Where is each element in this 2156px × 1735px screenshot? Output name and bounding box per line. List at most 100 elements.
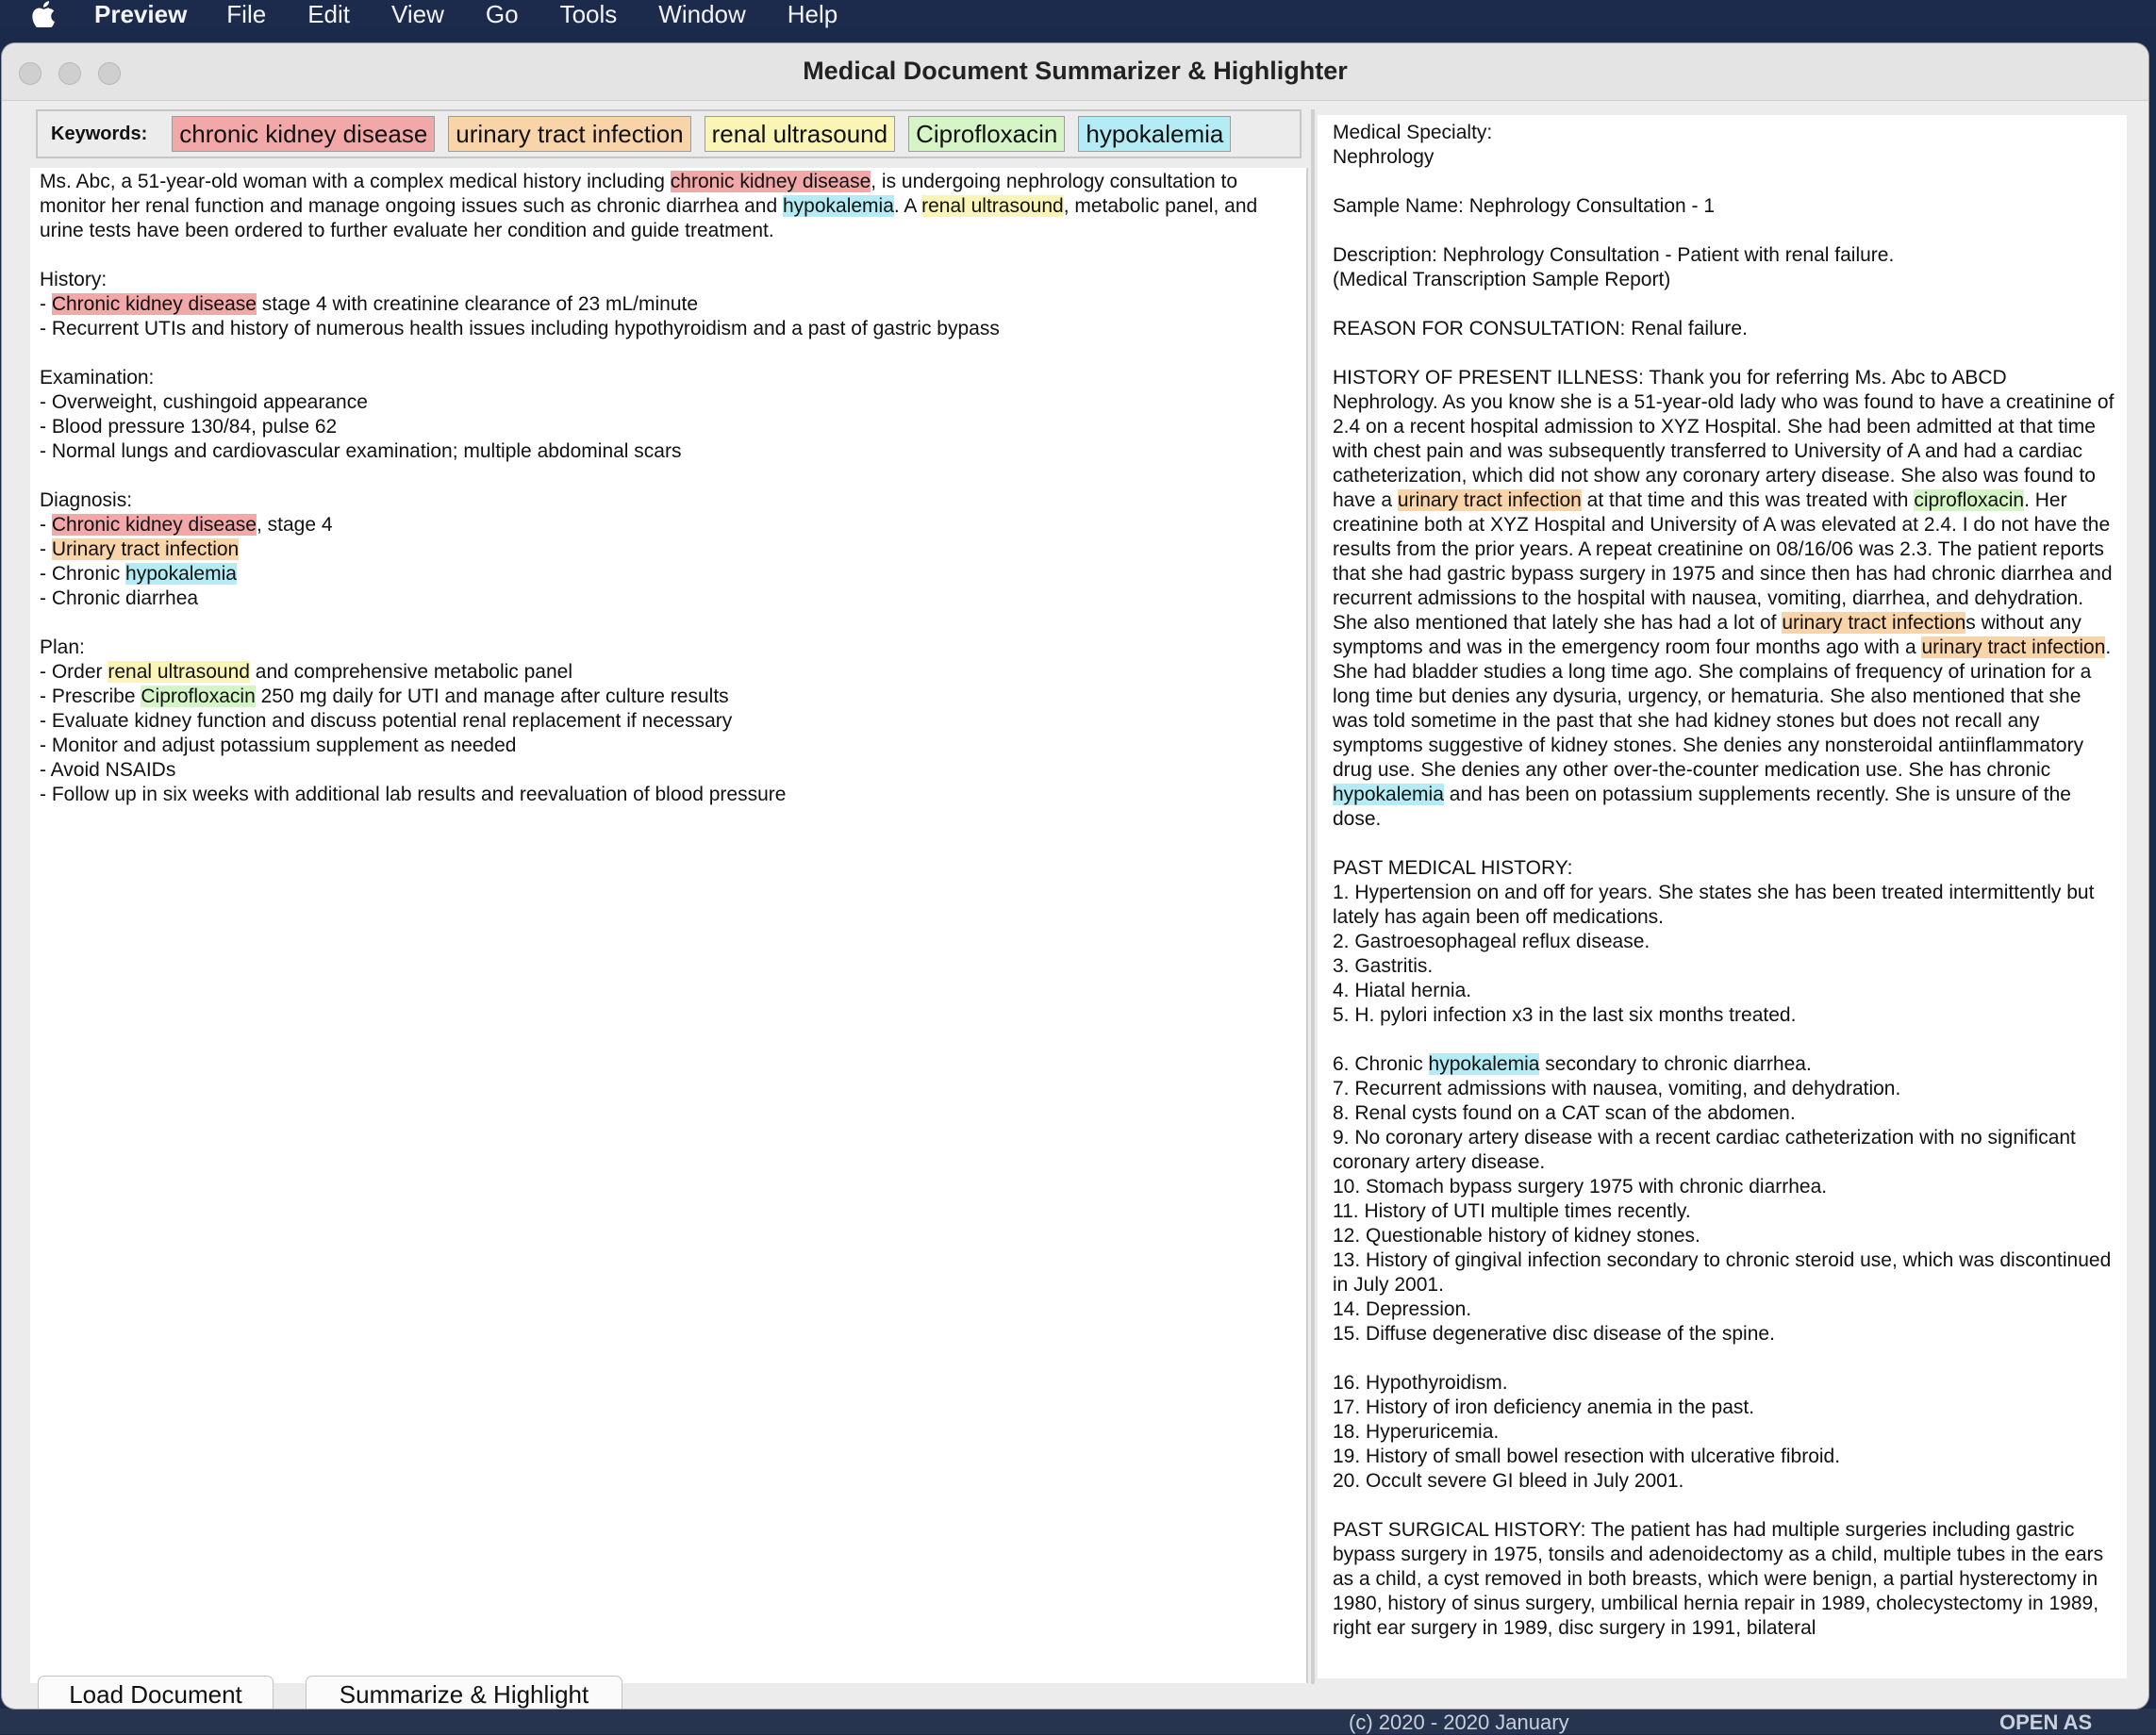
keyword-highlight-renal: renal ultrasound [108,661,250,683]
text-run: stage 4 with creatinine clearance of 23 … [256,293,699,315]
text-run: and comprehensive metabolic panel [249,661,572,683]
text-run: 10. Stomach bypass surgery 1975 with chr… [1333,1176,1828,1198]
text-run: 12. Questionable history of kidney stone… [1333,1225,1700,1247]
summary-bullet-line: - Chronic diarrhea [40,587,1297,611]
keyword-chip: renal ultrasound [704,116,896,152]
summary-bullet-line: - Follow up in six weeks with additional… [40,783,1297,807]
text-run: - Evaluate kidney function and discuss p… [40,710,733,732]
text-run: 250 mg daily for UTI and manage after cu… [255,686,729,707]
menu-tools[interactable]: Tools [560,0,618,29]
keyword-highlight-renal: renal ultrasound [921,195,1064,217]
document-line: HISTORY OF PRESENT ILLNESS: Thank you fo… [1333,366,2117,832]
keyword-highlight-uti: urinary tract infection [1782,612,1966,634]
keyword-highlight-cipro: Ciprofloxacin [141,686,256,707]
keyword-highlight-uti: urinary tract infection [1921,636,2106,658]
summary-bullet-line: - Chronic kidney disease stage 4 with cr… [40,292,1297,317]
menu-app-name[interactable]: Preview [94,0,187,29]
document-text-area[interactable]: Medical Specialty: Nephrology Sample Name:… [1318,115,2127,1678]
document-line: Sample Name: Nephrology Consultation - 1 [1333,194,2117,219]
text-run: Nephrology [1333,146,1435,168]
text-run: REASON FOR CONSULTATION: Renal failure. [1333,318,1748,339]
text-run: Sample Name: Nephrology Consultation - 1 [1333,195,1716,217]
document-line: REASON FOR CONSULTATION: Renal failure. [1333,317,2117,341]
keyword-highlight-uti: Urinary tract infection [51,538,240,560]
document-line: 13. History of gingival infection second… [1333,1248,2117,1297]
summary-bullet-line: - Monitor and adjust potassium supplemen… [40,734,1297,758]
menu-view[interactable]: View [391,0,444,29]
document-line: 17. History of iron deficiency anemia in… [1333,1396,2117,1420]
text-run: 13. History of gingival infection second… [1333,1249,2112,1296]
text-run: - Avoid NSAIDs [40,759,176,781]
document-line: 16. Hypothyroidism. [1333,1371,2117,1396]
menu-edit[interactable]: Edit [307,0,350,29]
menu-go[interactable]: Go [486,0,519,29]
summary-section-heading: History: [40,269,108,290]
document-line: 2. Gastroesophageal reflux disease. [1333,930,2117,954]
document-line: 7. Recurrent admissions with nausea, vom… [1333,1077,2117,1101]
menu-window[interactable]: Window [658,0,745,29]
apple-logo-icon[interactable] [30,1,58,27]
text-run: secondary to chronic diarrhea. [1539,1053,1812,1075]
keyword-chip: Ciprofloxacin [908,116,1066,152]
pane-splitter[interactable] [1311,109,1315,1684]
document-line: 12. Questionable history of kidney stone… [1333,1224,2117,1248]
text-run: 17. History of iron deficiency anemia in… [1333,1396,1755,1418]
load-document-button[interactable]: Load Document [38,1676,274,1709]
text-run: Ms. Abc, a 51-year-old woman with a comp… [40,171,671,192]
document-line: 14. Depression. [1333,1297,2117,1322]
menu-help[interactable]: Help [788,0,838,29]
document-line: 1. Hypertension on and off for years. Sh… [1333,881,2117,930]
text-run: 15. Diffuse degenerative disc disease of… [1333,1323,1775,1345]
desktop-peek-text-right: OPEN AS [1999,1710,2093,1734]
text-run: 18. Hyperuricemia. [1333,1421,1500,1443]
summary-intro-paragraph: Ms. Abc, a 51-year-old woman with a comp… [40,170,1297,243]
keyword-chip: chronic kidney disease [172,116,436,152]
document-line: 18. Hyperuricemia. [1333,1420,2117,1445]
text-run: - Chronic diarrhea [40,587,199,609]
desktop-background: (c) 2020 - 2020 January OPEN AS [0,1709,2156,1734]
document-line: 11. History of UTI multiple times recent… [1333,1199,2117,1224]
text-run: , stage 4 [256,514,333,536]
summary-bullet-line: - Urinary tract infection [40,537,1297,562]
keyword-highlight-ckd: Chronic kidney disease [51,514,257,536]
summary-text-area[interactable]: Ms. Abc, a 51-year-old woman with a comp… [30,168,1308,1683]
text-run: - Overweight, cushingoid appearance [40,391,368,413]
text-run: 5. H. pylori infection x3 in the last si… [1333,1004,1797,1026]
summary-section-heading: Examination: [40,367,155,388]
text-run: 14. Depression. [1333,1298,1472,1320]
summary-bullet-line: - Blood pressure 130/84, pulse 62 [40,415,1297,439]
text-run: - Order [40,661,108,683]
desktop-peek-text-left: (c) 2020 - 2020 January [1349,1710,1569,1734]
summary-bullet-line: - Normal lungs and cardiovascular examin… [40,439,1297,464]
text-run: . A [893,195,922,217]
keywords-label: Keywords: [51,123,148,144]
keyword-highlight-ckd: chronic kidney disease [670,171,871,192]
text-run: 6. Chronic [1333,1053,1429,1075]
summary-pane: Keywords: chronic kidney disease urinary… [30,109,1308,1684]
document-line: Description: Nephrology Consultation - P… [1333,243,2117,268]
summary-bullet-line: - Overweight, cushingoid appearance [40,390,1297,415]
window-title: Medical Document Summarizer & Highlighte… [803,57,1348,85]
window-titlebar[interactable]: Medical Document Summarizer & Highlighte… [2,43,2148,101]
keyword-highlight-uti: urinary tract infection [1397,489,1582,511]
text-run: 1. Hypertension on and off for years. Sh… [1333,882,2095,928]
summary-bullet-line: - Prescribe Ciprofloxacin 250 mg daily f… [40,685,1297,709]
summarize-highlight-button[interactable]: Summarize & Highlight [306,1676,622,1709]
text-run: Description: Nephrology Consultation - P… [1333,244,1895,266]
document-line: PAST MEDICAL HISTORY: [1333,856,2117,881]
text-run: PAST MEDICAL HISTORY: [1333,857,1573,879]
menu-file[interactable]: File [226,0,266,29]
document-line: 6. Chronic hypokalemia secondary to chro… [1333,1052,2117,1077]
text-run: 4. Hiatal hernia. [1333,980,1472,1001]
text-run: PAST SURGICAL HISTORY: The patient has h… [1333,1519,2104,1639]
document-line: PAST SURGICAL HISTORY: The patient has h… [1333,1518,2117,1641]
